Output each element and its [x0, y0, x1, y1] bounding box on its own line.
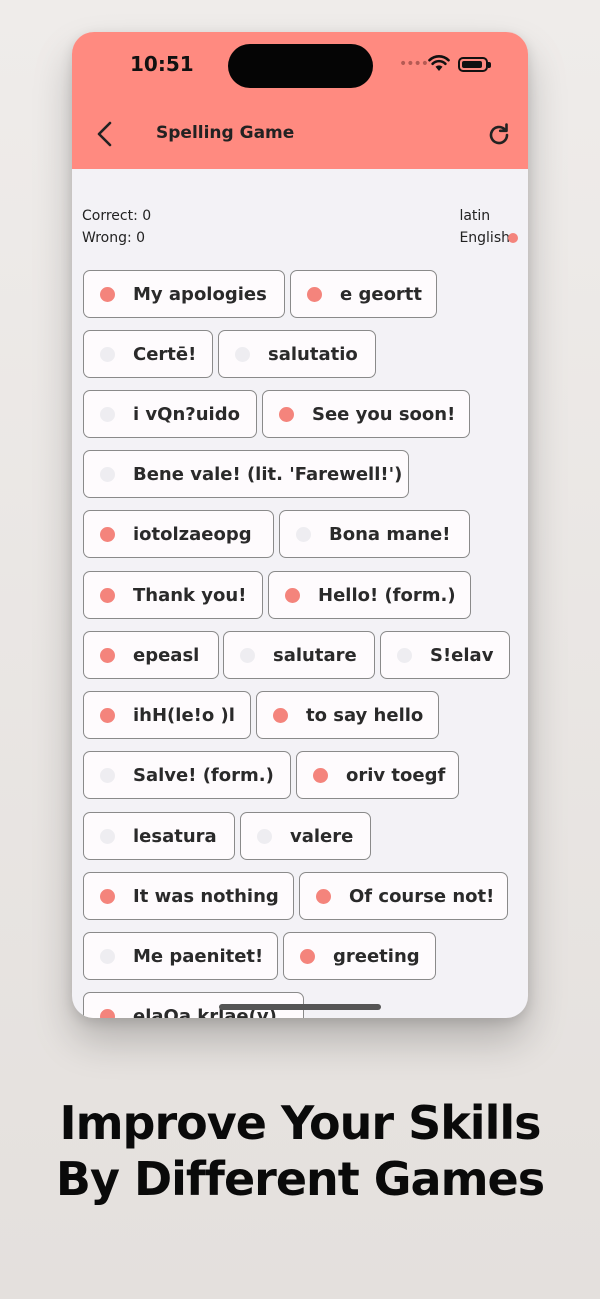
signal-icon: •••• [399, 56, 429, 72]
caption-line-2: By Different Games [55, 1152, 545, 1206]
chip-label: Of course not! [349, 885, 495, 907]
target-language[interactable]: English [459, 230, 510, 246]
status-time: 10:51 [130, 52, 194, 76]
word-chip[interactable]: valere [240, 812, 371, 860]
wrong-count: Wrong: 0 [82, 230, 146, 246]
chip-dot-icon [397, 647, 412, 663]
chip-dot-icon [257, 828, 272, 844]
chip-label: lesatura [133, 825, 217, 847]
word-chip[interactable]: Salve! (form.) [83, 751, 291, 799]
word-chip[interactable]: Bona mane! [279, 510, 470, 558]
wifi-icon [428, 55, 450, 71]
chip-label: Salve! (form.) [133, 764, 274, 786]
chip-label: salutare [273, 644, 357, 666]
word-chip[interactable]: It was nothing [83, 872, 294, 920]
chip-dot-icon [316, 888, 331, 904]
home-indicator[interactable] [219, 1004, 381, 1010]
word-chip[interactable]: Hello! (form.) [268, 571, 471, 619]
chip-dot-icon [240, 647, 255, 663]
word-chip[interactable]: S!elav [380, 631, 510, 679]
refresh-icon[interactable] [486, 122, 512, 148]
chip-dot-icon [313, 767, 328, 783]
word-chip[interactable]: lesatura [83, 812, 235, 860]
chip-label: Bona mane! [329, 523, 451, 545]
word-chip[interactable]: Certē! [83, 330, 213, 378]
chip-dot-icon [285, 587, 300, 603]
chip-label: to say hello [306, 704, 424, 726]
chip-label: i vQn?uido [133, 403, 240, 425]
chip-dot-icon [100, 286, 115, 302]
chip-dot-icon [100, 406, 115, 422]
word-chip[interactable]: See you soon! [262, 390, 470, 438]
chip-dot-icon [100, 346, 115, 362]
chip-dot-icon [307, 286, 322, 302]
chip-dot-icon [100, 888, 115, 904]
chip-label: e geortt [340, 283, 423, 305]
chip-dot-icon [296, 526, 311, 542]
page-title: Spelling Game [156, 123, 295, 143]
word-chip[interactable]: oriv toegf [296, 751, 459, 799]
chip-label: epeasl [133, 644, 200, 666]
battery-icon [458, 57, 491, 72]
word-chip[interactable]: e geortt [290, 270, 437, 318]
phone-screen: 10:51 •••• Spelling Game Correct: 0 Wron… [72, 32, 528, 1018]
chip-dot-icon [279, 406, 294, 422]
word-chip[interactable]: My apologies [83, 270, 285, 318]
chip-dot-icon [100, 587, 115, 603]
chip-dot-icon [235, 346, 250, 362]
chip-label: My apologies [133, 283, 267, 305]
chip-label: Certē! [133, 343, 197, 365]
chip-dot-icon [100, 828, 115, 844]
promo-caption: Improve Your Skills By Different Games [0, 1095, 600, 1207]
word-chip[interactable]: Bene vale! (lit. 'Farewell!') [83, 450, 409, 498]
chip-label: Hello! (form.) [318, 584, 456, 606]
score-panel: Correct: 0 Wrong: 0 [82, 205, 151, 249]
chip-dot-icon [100, 526, 115, 542]
word-chip[interactable]: epeasl [83, 631, 219, 679]
word-chip[interactable]: Thank you! [83, 571, 263, 619]
target-language-row[interactable]: English [459, 227, 518, 249]
word-chip[interactable]: iotolzaeopg [83, 510, 274, 558]
word-chip[interactable]: i vQn?uido [83, 390, 257, 438]
word-chip[interactable]: to say hello [256, 691, 439, 739]
chip-label: S!elav [430, 644, 494, 666]
word-chip[interactable]: salutare [223, 631, 375, 679]
chip-dot-icon [100, 948, 115, 964]
caption-line-1: Improve Your Skills [59, 1096, 541, 1150]
dynamic-island [228, 44, 373, 88]
language-panel: latin English [459, 205, 518, 249]
chip-dot-icon [273, 707, 288, 723]
chip-label: It was nothing [133, 885, 279, 907]
chip-dot-icon [100, 1008, 115, 1018]
chip-label: Thank you! [133, 584, 247, 606]
word-chip[interactable]: salutatio [218, 330, 376, 378]
chip-label: ihH(le!o )l [133, 704, 235, 726]
chip-label: Bene vale! (lit. 'Farewell!') [133, 463, 403, 485]
chip-label: greeting [333, 945, 420, 967]
source-language[interactable]: latin [459, 205, 518, 227]
back-arrow-icon[interactable] [94, 120, 118, 148]
chip-dot-icon [100, 647, 115, 663]
chip-dot-icon [100, 466, 115, 482]
app-header: 10:51 •••• Spelling Game [72, 32, 528, 169]
word-chip[interactable]: greeting [283, 932, 436, 980]
word-chip[interactable]: Me paenitet! [83, 932, 278, 980]
correct-count: Correct: 0 [82, 208, 152, 224]
word-chip[interactable]: ihH(le!o )l [83, 691, 251, 739]
chip-label: iotolzaeopg [133, 523, 252, 545]
chip-dot-icon [300, 948, 315, 964]
chip-label: oriv toegf [346, 764, 446, 786]
chip-label: Me paenitet! [133, 945, 264, 967]
chip-label: salutatio [268, 343, 358, 365]
word-chip[interactable]: Of course not! [299, 872, 508, 920]
chip-label: valere [290, 825, 354, 847]
chip-dot-icon [100, 707, 115, 723]
chip-label: See you soon! [312, 403, 456, 425]
chip-dot-icon [100, 767, 115, 783]
selected-dot-icon [508, 233, 518, 243]
